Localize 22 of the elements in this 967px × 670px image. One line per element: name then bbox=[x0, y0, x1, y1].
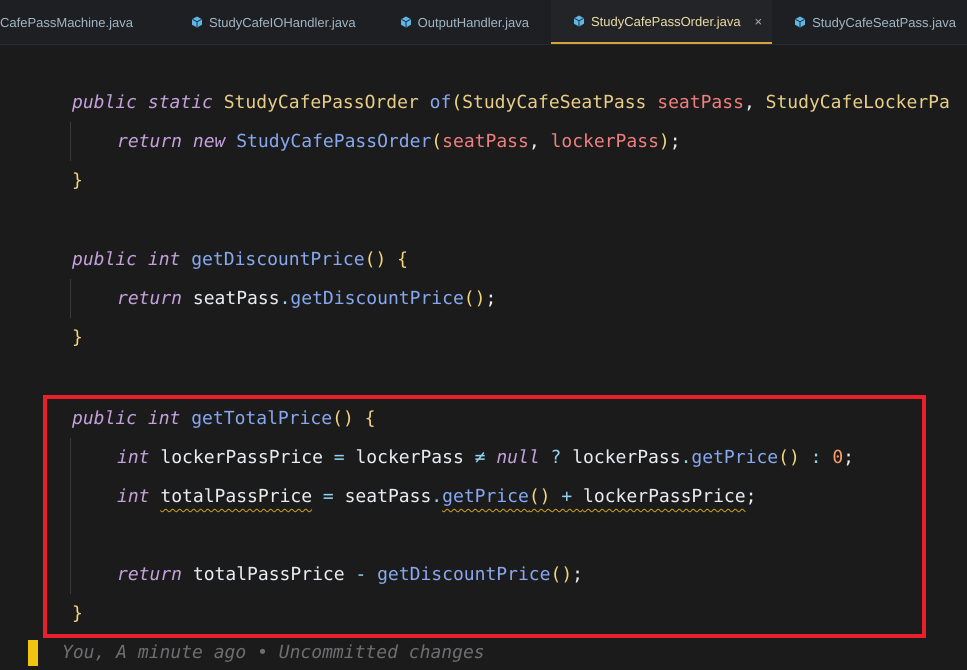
code-line: } bbox=[72, 326, 84, 350]
cube-icon bbox=[400, 16, 412, 28]
cube-icon bbox=[190, 16, 203, 28]
editor-tab[interactable]: StudyCafePassOrder.java × bbox=[550, 0, 772, 44]
blame-annotation: You, A minute ago • Uncommitted changes bbox=[62, 642, 485, 664]
code-line: int totalPassPrice = seatPass.getPrice() + lockerPassPrice; bbox=[117, 484, 758, 509]
code-line: return totalPassPrice - getDiscountPrice(); bbox=[117, 563, 584, 588]
editor-tab[interactable]: CafePassMachine.java bbox=[0, 0, 155, 44]
code-line: return seatPass.getDiscountPrice(); bbox=[117, 286, 498, 311]
editor-tab[interactable]: StudyCafeSeatPass.java bbox=[772, 0, 967, 44]
code-line: return new StudyCafePassOrder(seatPass, lockerPass); bbox=[117, 130, 682, 154]
cube-icon bbox=[572, 15, 585, 27]
code-line: } bbox=[72, 602, 84, 626]
editor-tab[interactable]: StudyCafeIOHandler.java bbox=[168, 0, 378, 44]
code-line: public static StudyCafePassOrder of(StudyCafeSeatPass seatPass, StudyCafeLockerPa bbox=[72, 91, 951, 115]
cube-icon bbox=[794, 16, 806, 28]
code-line: } bbox=[72, 169, 84, 194]
code-line: public int getDiscountPrice() { bbox=[72, 248, 409, 272]
code-line: public int getTotalPrice() { bbox=[72, 406, 376, 430]
editor-tab[interactable]: OutputHandler.java bbox=[378, 0, 551, 44]
code-line: int lockerPassPrice = lockerPass ≠ null ? lockerPass.getPrice() : 0; bbox=[117, 446, 856, 470]
close-icon[interactable]: × bbox=[754, 14, 762, 28]
